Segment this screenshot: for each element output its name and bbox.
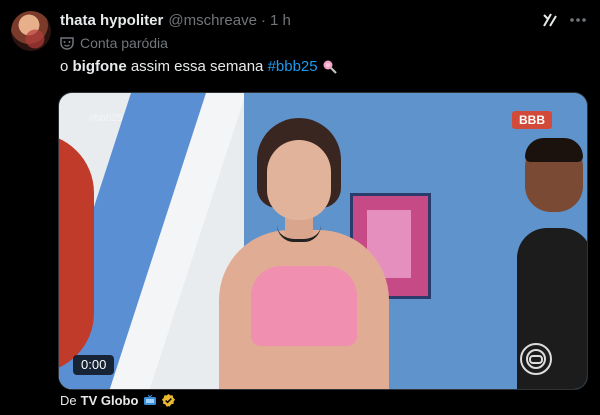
more-options-icon[interactable] bbox=[568, 11, 588, 29]
video-timestamp-badge: 0:00 bbox=[73, 355, 115, 375]
source-attribution: De TV Globo bbox=[60, 393, 176, 408]
person-face bbox=[267, 140, 331, 220]
bbb-logo-icon: BBB bbox=[512, 111, 552, 129]
tweet-text: o bigfone assim essa semana #bbb25 bbox=[60, 58, 338, 75]
person-pink-top bbox=[251, 266, 357, 346]
tweet-card[interactable]: thata hypoliter @mschreave · 1 h Conta p… bbox=[0, 0, 600, 415]
source-link[interactable]: TV Globo bbox=[81, 393, 139, 408]
avatar-photo bbox=[11, 11, 51, 51]
tv-icon bbox=[144, 394, 157, 405]
tweet-text-middle: assim essa semana bbox=[126, 58, 268, 75]
video-red-shape bbox=[59, 133, 94, 373]
video-person-woman bbox=[199, 118, 409, 389]
display-name[interactable]: thata hypoliter bbox=[60, 12, 163, 29]
tweet-text-prefix: o bbox=[60, 58, 73, 75]
globoplay-icon bbox=[520, 343, 552, 375]
source-prefix: De bbox=[60, 393, 77, 408]
parody-label: Conta paródia bbox=[60, 34, 168, 52]
video-watermark: #bbb25 bbox=[89, 113, 123, 124]
parody-label-text: Conta paródia bbox=[80, 35, 168, 51]
verified-gold-icon bbox=[162, 393, 176, 407]
person2-hair bbox=[525, 138, 583, 162]
tweet-text-bold: bigfone bbox=[72, 58, 127, 75]
video-player[interactable]: #bbb25 BBB 0:00 bbox=[58, 92, 588, 390]
timestamp[interactable]: 1 h bbox=[270, 12, 291, 29]
grok-icon[interactable] bbox=[541, 11, 559, 29]
separator-dot: · bbox=[260, 11, 266, 29]
user-handle[interactable]: @mschreave bbox=[168, 12, 257, 29]
hashtag-link[interactable]: #bbb25 bbox=[268, 58, 318, 75]
avatar[interactable] bbox=[11, 11, 51, 51]
pink-microphone-emoji-icon bbox=[323, 60, 337, 74]
video-frame: #bbb25 BBB bbox=[59, 93, 587, 389]
parody-mask-icon bbox=[60, 37, 74, 50]
tweet-header: thata hypoliter @mschreave · 1 h bbox=[60, 10, 291, 30]
